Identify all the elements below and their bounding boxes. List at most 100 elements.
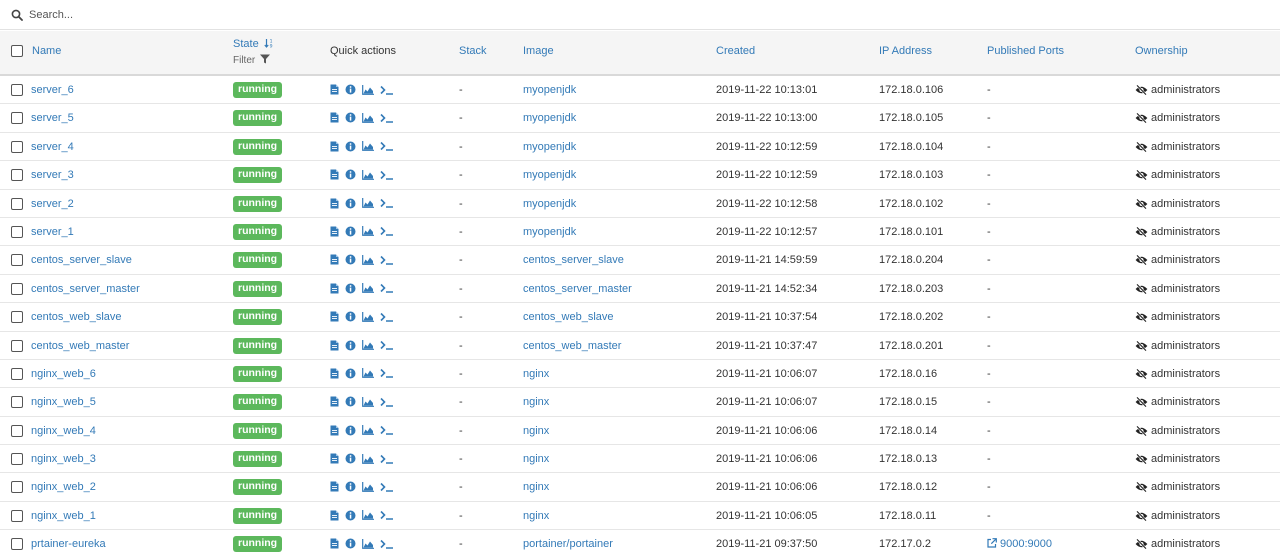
container-name-link[interactable]: server_2 [31, 198, 74, 210]
container-name-link[interactable]: server_4 [31, 141, 74, 153]
row-checkbox[interactable] [11, 112, 23, 125]
row-checkbox[interactable] [11, 538, 23, 551]
file-icon[interactable] [330, 396, 339, 407]
container-name-link[interactable]: server_1 [31, 226, 74, 238]
terminal-icon[interactable] [380, 368, 394, 379]
image-link[interactable]: centos_web_master [523, 340, 621, 352]
column-header-published-ports[interactable]: Published Ports [987, 45, 1064, 57]
info-circle-icon[interactable] [345, 112, 356, 123]
image-link[interactable]: myopenjdk [523, 169, 576, 181]
image-link[interactable]: nginx [523, 396, 549, 408]
info-circle-icon[interactable] [345, 340, 356, 351]
terminal-icon[interactable] [380, 397, 394, 407]
area-chart-icon[interactable] [362, 425, 374, 436]
file-icon[interactable] [330, 226, 339, 237]
image-link[interactable]: myopenjdk [523, 112, 576, 124]
container-name-link[interactable]: centos_web_slave [31, 311, 122, 323]
terminal-icon[interactable] [380, 198, 394, 208]
area-chart-icon[interactable] [362, 396, 374, 407]
image-link[interactable]: centos_web_slave [523, 311, 614, 323]
column-header-ip-address[interactable]: IP Address [879, 45, 932, 57]
container-name-link[interactable]: nginx_web_6 [31, 368, 96, 380]
image-link[interactable]: centos_server_master [523, 283, 632, 295]
info-circle-icon[interactable] [345, 141, 356, 152]
image-link[interactable]: myopenjdk [523, 141, 576, 153]
image-link[interactable]: portainer/portainer [523, 538, 613, 550]
area-chart-icon[interactable] [362, 453, 374, 464]
image-link[interactable]: myopenjdk [523, 226, 576, 238]
file-icon[interactable] [330, 254, 339, 265]
row-checkbox[interactable] [11, 169, 23, 182]
area-chart-icon[interactable] [362, 311, 374, 322]
row-checkbox[interactable] [11, 367, 23, 380]
terminal-icon[interactable] [380, 85, 394, 95]
state-filter-toggle[interactable]: Filter [233, 54, 271, 66]
container-name-link[interactable]: centos_web_master [31, 340, 129, 352]
row-checkbox[interactable] [11, 282, 23, 295]
image-link[interactable]: myopenjdk [523, 198, 576, 210]
image-link[interactable]: nginx [523, 481, 549, 493]
area-chart-icon[interactable] [362, 283, 374, 294]
file-icon[interactable] [330, 453, 339, 464]
file-icon[interactable] [330, 84, 339, 95]
file-icon[interactable] [330, 112, 339, 123]
row-checkbox[interactable] [11, 509, 23, 522]
image-link[interactable]: centos_server_slave [523, 254, 624, 266]
terminal-icon[interactable] [380, 510, 394, 521]
container-name-link[interactable]: prtainer-eureka [31, 538, 106, 550]
area-chart-icon[interactable] [362, 368, 374, 379]
row-checkbox[interactable] [11, 339, 23, 352]
container-name-link[interactable]: server_6 [31, 84, 74, 96]
file-icon[interactable] [330, 510, 339, 521]
container-name-link[interactable]: nginx_web_4 [31, 425, 96, 437]
column-header-ownership[interactable]: Ownership [1135, 45, 1188, 57]
column-header-image[interactable]: Image [523, 45, 554, 57]
container-name-link[interactable]: server_5 [31, 112, 74, 124]
area-chart-icon[interactable] [362, 254, 374, 265]
image-link[interactable]: nginx [523, 510, 549, 522]
row-checkbox[interactable] [11, 197, 23, 210]
file-icon[interactable] [330, 198, 339, 209]
terminal-icon[interactable] [380, 340, 394, 350]
area-chart-icon[interactable] [362, 169, 374, 180]
info-circle-icon[interactable] [345, 84, 356, 95]
info-circle-icon[interactable] [345, 283, 356, 294]
row-checkbox[interactable] [11, 424, 23, 437]
column-header-created[interactable]: Created [716, 45, 755, 57]
terminal-icon[interactable] [380, 226, 394, 237]
area-chart-icon[interactable] [362, 510, 374, 521]
file-icon[interactable] [330, 283, 339, 294]
container-name-link[interactable]: nginx_web_5 [31, 396, 96, 408]
container-name-link[interactable]: nginx_web_1 [31, 510, 96, 522]
image-link[interactable]: nginx [523, 368, 549, 380]
terminal-icon[interactable] [380, 312, 394, 322]
area-chart-icon[interactable] [362, 226, 374, 237]
file-icon[interactable] [330, 538, 339, 549]
row-checkbox[interactable] [11, 311, 23, 324]
row-checkbox[interactable] [11, 396, 23, 409]
row-checkbox[interactable] [11, 140, 23, 153]
area-chart-icon[interactable] [362, 141, 374, 152]
file-icon[interactable] [330, 368, 339, 379]
info-circle-icon[interactable] [345, 425, 356, 436]
row-checkbox[interactable] [11, 453, 23, 466]
image-link[interactable]: myopenjdk [523, 84, 576, 96]
info-circle-icon[interactable] [345, 311, 356, 322]
terminal-icon[interactable] [380, 283, 394, 293]
area-chart-icon[interactable] [362, 481, 374, 492]
terminal-icon[interactable] [380, 113, 394, 123]
terminal-icon[interactable] [380, 454, 394, 464]
area-chart-icon[interactable] [362, 340, 374, 350]
row-checkbox[interactable] [11, 481, 23, 494]
terminal-icon[interactable] [380, 255, 394, 265]
image-link[interactable]: nginx [523, 453, 549, 465]
file-icon[interactable] [330, 340, 339, 351]
info-circle-icon[interactable] [345, 538, 356, 549]
terminal-icon[interactable] [380, 482, 394, 492]
info-circle-icon[interactable] [345, 396, 356, 407]
terminal-icon[interactable] [380, 141, 394, 152]
file-icon[interactable] [330, 481, 339, 492]
info-circle-icon[interactable] [345, 226, 356, 237]
file-icon[interactable] [330, 425, 339, 436]
column-header-stack[interactable]: Stack [459, 45, 487, 57]
